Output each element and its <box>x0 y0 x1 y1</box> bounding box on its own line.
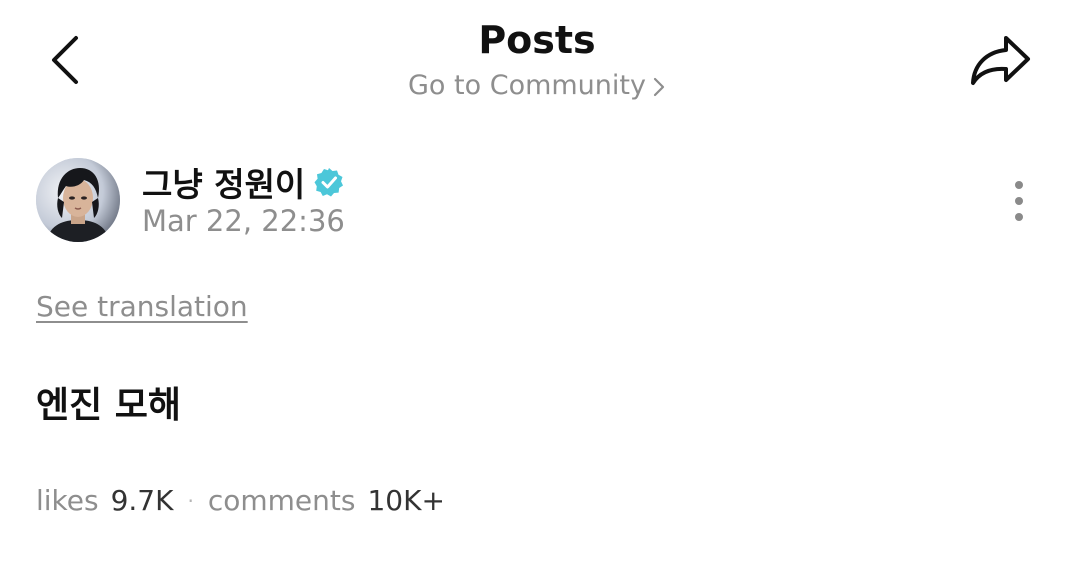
likes-count[interactable]: 9.7K <box>111 484 174 517</box>
more-dot-icon <box>1015 197 1023 205</box>
post-detail-page: Posts Go to Community 그냥 정원이 Mar 22, 22:… <box>0 0 1074 566</box>
page-title: Posts <box>478 18 596 62</box>
likes-label: likes <box>36 484 99 517</box>
more-dot-icon <box>1015 181 1023 189</box>
avatar[interactable] <box>36 158 120 242</box>
avatar-image <box>36 158 120 242</box>
chevron-right-icon <box>653 77 665 96</box>
community-link-label: Go to Community <box>408 70 646 101</box>
more-dot-icon <box>1015 213 1023 221</box>
more-options-button[interactable] <box>1004 176 1034 226</box>
author-name: 그냥 정원이 <box>142 165 306 204</box>
verified-badge-icon <box>314 168 344 197</box>
go-to-community-link[interactable]: Go to Community <box>0 70 1074 101</box>
post-content: 엔진 모해 <box>36 385 182 426</box>
share-arrow-icon <box>971 36 1030 85</box>
stats-separator: · <box>187 488 194 513</box>
post-timestamp: Mar 22, 22:36 <box>142 204 345 238</box>
comments-count[interactable]: 10K+ <box>367 484 444 517</box>
share-button[interactable] <box>966 32 1036 90</box>
see-translation-link[interactable]: See translation <box>36 290 248 323</box>
author-name-row[interactable]: 그냥 정원이 <box>142 158 345 206</box>
comments-label: comments <box>207 484 356 517</box>
post-stats: likes 9.7K · comments 10K+ <box>36 484 445 517</box>
